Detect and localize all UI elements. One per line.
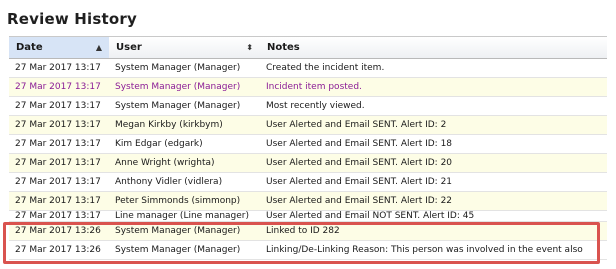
notes-cell: User Alerted and Email SENT. Alert ID: 2: [260, 115, 607, 135]
user-cell: Kim Edgar (edgark): [109, 134, 260, 154]
user-header-label: User: [116, 42, 142, 53]
table-row[interactable]: 27 Mar 2017 13:17 Peter Simmonds (simmon…: [9, 191, 607, 211]
notes-cell: Most recently viewed.: [260, 96, 607, 116]
table-row[interactable]: 27 Mar 2017 13:26 System Manager (Manage…: [9, 221, 607, 241]
user-cell: System Manager (Manager): [109, 77, 260, 97]
notes-cell: Incident item posted.: [260, 77, 607, 97]
date-cell: 27 Mar 2017 13:26: [9, 240, 109, 260]
sort-ascending-icon: ▲: [95, 43, 102, 52]
table-row[interactable]: 27 Mar 2017 13:17 Kim Edgar (edgark) Use…: [9, 134, 607, 154]
date-cell: 27 Mar 2017 13:17: [9, 96, 109, 116]
date-cell: 27 Mar 2017 13:17: [9, 134, 109, 154]
notes-cell: Created the incident item.: [260, 58, 607, 78]
table-row[interactable]: 27 Mar 2017 13:17 Megan Kirkby (kirkbym)…: [9, 115, 607, 135]
table-row[interactable]: 27 Mar 2017 13:17 Line manager (Line man…: [9, 210, 607, 222]
user-cell: System Manager (Manager): [109, 58, 260, 78]
sort-toggle-icon: ⬍: [246, 43, 253, 52]
date-cell: 27 Mar 2017 13:17: [9, 172, 109, 192]
date-header-label: Date: [16, 42, 43, 53]
notes-cell: User Alerted and Email SENT. Alert ID: 2…: [260, 153, 607, 173]
page-title: Review History: [7, 10, 137, 28]
notes-cell: User Alerted and Email NOT SENT. Alert I…: [260, 210, 607, 222]
notes-cell: Linking/De-Linking Reason: This person w…: [260, 240, 607, 260]
user-cell: Peter Simmonds (simmonp): [109, 191, 260, 211]
date-cell: 27 Mar 2017 13:17: [9, 210, 109, 222]
user-cell: Line manager (Line manager): [109, 210, 260, 222]
date-cell: 27 Mar 2017 13:17: [9, 153, 109, 173]
notes-header-label: Notes: [267, 42, 300, 53]
review-history-table: Date ▲ User ⬍ Notes 27 Mar 2017 13:17 Sy…: [9, 36, 607, 265]
table-row[interactable]: 27 Mar 2017 13:17 System Manager (Manage…: [9, 58, 607, 78]
table-header-row: Date ▲ User ⬍ Notes: [9, 37, 607, 59]
user-cell: Anne Wright (wrighta): [109, 153, 260, 173]
user-cell: Anthony Vidler (vidlera): [109, 172, 260, 192]
date-cell: 27 Mar 2017 13:26: [9, 221, 109, 241]
date-cell: 27 Mar 2017 13:17: [9, 115, 109, 135]
date-cell: 27 Mar 2017 13:17: [9, 191, 109, 211]
user-cell: System Manager (Manager): [109, 240, 260, 260]
date-column-header[interactable]: Date ▲: [9, 37, 109, 59]
user-cell: System Manager (Manager): [109, 221, 260, 241]
notes-cell: User Alerted and Email SENT. Alert ID: 2…: [260, 191, 607, 211]
table-row[interactable]: 27 Mar 2017 13:17 System Manager (Manage…: [9, 96, 607, 116]
notes-column-header[interactable]: Notes: [260, 37, 607, 59]
notes-cell: User Alerted and Email SENT. Alert ID: 1…: [260, 134, 607, 154]
table-row[interactable]: 27 Mar 2017 13:17 Anne Wright (wrighta) …: [9, 153, 607, 173]
user-cell: Megan Kirkby (kirkbym): [109, 115, 260, 135]
notes-cell: User Alerted and Email SENT. Alert ID: 2…: [260, 172, 607, 192]
user-column-header[interactable]: User ⬍: [109, 37, 260, 59]
table-row[interactable]: 27 Mar 2017 13:17 Anthony Vidler (vidler…: [9, 172, 607, 192]
user-cell: System Manager (Manager): [109, 96, 260, 116]
table-row[interactable]: 27 Mar 2017 13:26 System Manager (Manage…: [9, 240, 607, 260]
notes-cell: Linked to ID 282: [260, 221, 607, 241]
table-row[interactable]: 27 Mar 2017 13:17 System Manager (Manage…: [9, 77, 607, 97]
date-cell: 27 Mar 2017 13:17: [9, 77, 109, 97]
date-cell: 27 Mar 2017 13:17: [9, 58, 109, 78]
